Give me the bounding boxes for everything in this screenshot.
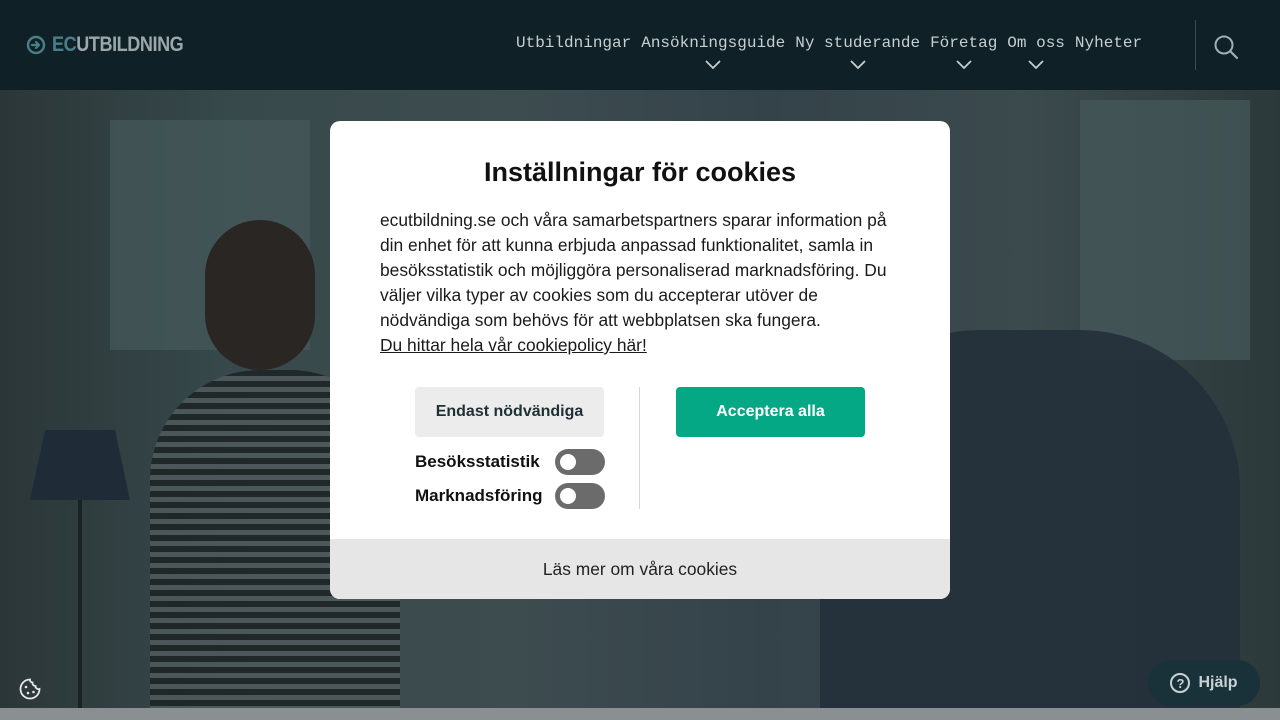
cookie-settings-dialog: Inställningar för cookies ecutbildning.s… [330, 121, 950, 599]
nav-item-ny-studerande[interactable]: Ny studerande [795, 34, 920, 70]
dialog-title: Inställningar för cookies [483, 157, 797, 187]
button-divider [639, 387, 640, 509]
cookie-policy-link[interactable]: Du hittar hela vår cookiepolicy här! [380, 333, 647, 358]
chevron-down-icon[interactable] [956, 60, 972, 70]
accept-all-button[interactable]: Acceptera alla [676, 387, 865, 437]
toggle-knob [560, 488, 576, 504]
lamp-shade [30, 430, 130, 500]
chevron-down-icon[interactable] [850, 60, 866, 70]
person-head [205, 220, 315, 370]
necessary-only-button[interactable]: Endast nödvändiga [415, 387, 604, 437]
header-divider [1195, 20, 1196, 70]
question-icon: ? [1170, 673, 1191, 693]
nav-item-foretag[interactable]: Företag [930, 34, 997, 70]
marketing-label: Marknadsföring [415, 486, 543, 505]
toggle-row-marketing: Marknadsföring [415, 483, 605, 509]
help-button[interactable]: ? Hjälp [1148, 660, 1260, 706]
search-icon[interactable] [1212, 33, 1240, 61]
nav-item-nyheter[interactable]: Nyheter [1075, 34, 1142, 54]
toggle-row-statistics: Besöksstatistik [415, 449, 605, 475]
page-bottom-strip [0, 708, 1280, 720]
cookie-icon[interactable] [19, 678, 41, 700]
site-header: ECUTBILDNING Utbildningar Ansökningsguid… [0, 0, 1280, 90]
statistics-label: Besöksstatistik [415, 452, 540, 471]
main-nav: Utbildningar Ansökningsguide Ny studeran… [516, 34, 1142, 70]
nav-item-om-oss[interactable]: Om oss [1007, 34, 1065, 70]
nav-item-ansokningsguide[interactable]: Ansökningsguide [641, 34, 785, 70]
nav-item-utbildningar[interactable]: Utbildningar [516, 34, 631, 54]
toggle-knob [560, 454, 576, 470]
marketing-toggle[interactable] [555, 483, 605, 509]
dialog-description: ecutbildning.se och våra samarbetspartne… [380, 210, 887, 330]
site-logo[interactable]: ECUTBILDNING [26, 33, 205, 57]
logo-arrow-icon [26, 35, 46, 55]
help-label: Hjälp [1198, 674, 1238, 691]
logo-text: ECUTBILDNING [52, 33, 184, 56]
statistics-toggle[interactable] [555, 449, 605, 475]
read-more-cookies-link[interactable]: Läs mer om våra cookies [330, 539, 950, 599]
lamp-pole [78, 500, 82, 708]
chevron-down-icon[interactable] [1028, 60, 1044, 70]
chevron-down-icon[interactable] [705, 60, 721, 70]
background-window [1080, 100, 1250, 360]
